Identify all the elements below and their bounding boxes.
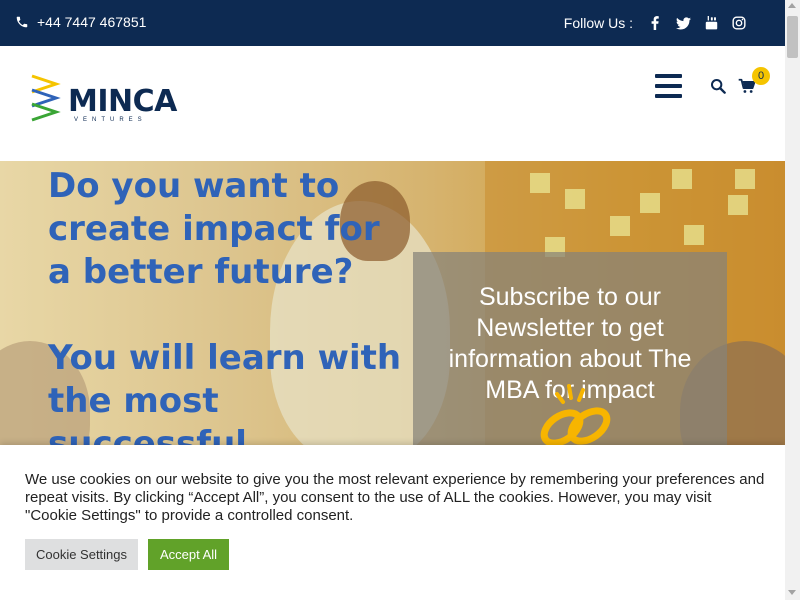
scroll-up-arrow-icon[interactable] — [788, 3, 796, 8]
follow-label: Follow Us : — [563, 15, 633, 31]
cookie-consent-bar: We use cookies on our website to give yo… — [0, 445, 785, 600]
cookie-settings-button[interactable]: Cookie Settings — [25, 539, 138, 570]
scrollbar-thumb[interactable] — [787, 16, 798, 58]
sticky-note — [610, 216, 630, 236]
scroll-down-arrow-icon[interactable] — [788, 590, 796, 595]
sticky-note — [565, 189, 585, 209]
site-header: MINCA VENTURES 0 — [0, 46, 785, 161]
menu-toggle-button[interactable] — [655, 74, 682, 98]
chain-link-icon — [527, 380, 617, 451]
search-icon[interactable] — [710, 78, 726, 99]
top-bar: +44 7447 467851 Follow Us : — [0, 0, 785, 46]
sticky-note — [684, 225, 704, 245]
menu-bar — [655, 84, 682, 88]
sticky-note — [530, 173, 550, 193]
sticky-note — [735, 169, 755, 189]
phone-contact[interactable]: +44 7447 467851 — [15, 14, 146, 30]
menu-bar — [655, 94, 682, 98]
page-scrollbar[interactable] — [785, 0, 800, 600]
menu-bar — [655, 74, 682, 78]
minca-logo[interactable]: MINCA VENTURES — [30, 72, 180, 126]
logo-subtext: VENTURES — [74, 117, 147, 123]
hero-banner: Do you want to create impact for a bette… — [0, 161, 785, 445]
phone-number: +44 7447 467851 — [37, 14, 147, 30]
sticky-note — [672, 169, 692, 189]
logo-mark-icon — [31, 74, 61, 122]
cookie-message: We use cookies on our website to give yo… — [25, 471, 765, 524]
accept-all-button[interactable]: Accept All — [148, 539, 229, 570]
hero-subheading: You will learn with the most successful — [48, 338, 402, 445]
sticky-note — [640, 193, 660, 213]
instagram-icon[interactable] — [725, 13, 753, 33]
logo-text: MINCA — [68, 84, 177, 119]
facebook-icon[interactable] — [641, 13, 669, 33]
hero-heading: Do you want to create impact for a bette… — [48, 166, 380, 292]
cart-count-badge: 0 — [752, 67, 770, 85]
phone-icon — [16, 16, 28, 28]
sticky-note — [728, 195, 748, 215]
youtube-icon[interactable] — [697, 13, 725, 33]
social-follow: Follow Us : — [564, 13, 753, 33]
twitter-icon[interactable] — [669, 13, 697, 33]
